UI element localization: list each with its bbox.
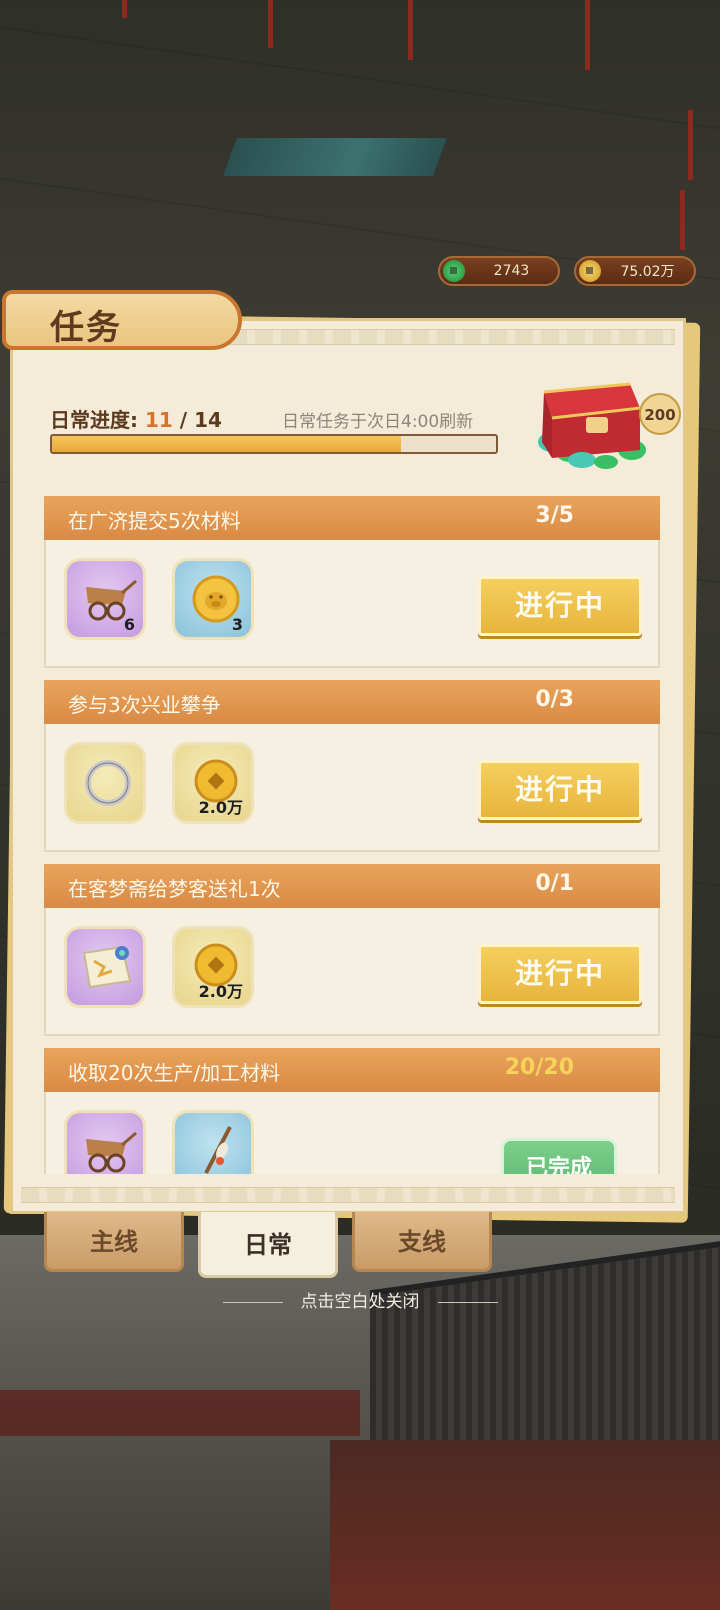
task-header: 在客梦斋给梦客送礼1次 0/1 bbox=[44, 864, 660, 908]
reward-slot[interactable] bbox=[64, 742, 146, 824]
task-body: 已完成 bbox=[44, 1092, 660, 1174]
task-count: 0/1 bbox=[535, 871, 574, 896]
jade-currency-display[interactable]: 2743 bbox=[438, 256, 560, 286]
progress-total: 14 bbox=[194, 408, 222, 432]
panel-title: 任务 bbox=[50, 308, 122, 348]
task-title: 参与3次兴业攀争 bbox=[68, 693, 221, 717]
close-hint-text: 点击空白处关闭 bbox=[300, 1292, 420, 1312]
title-banner bbox=[2, 290, 242, 350]
silver-ring-icon bbox=[85, 760, 131, 806]
daily-progress-bar bbox=[50, 434, 498, 454]
task-item: 在广济提交5次材料 3/5 6 3 进行中 bbox=[44, 496, 660, 672]
background-post bbox=[680, 190, 685, 250]
progress-label-text: 日常进度: bbox=[50, 408, 138, 432]
reward-slot[interactable]: 6 bbox=[64, 558, 146, 640]
cart-icon bbox=[86, 1131, 137, 1173]
task-completed-badge: 已完成 bbox=[501, 1138, 617, 1174]
task-title: 在客梦斋给梦客送礼1次 bbox=[68, 877, 281, 901]
task-body: 2.0万 进行中 bbox=[44, 724, 660, 852]
task-item: 参与3次兴业攀争 0/3 2.0万 进行中 bbox=[44, 680, 660, 856]
task-item: 收取20次生产/加工材料 20/20 已完成 bbox=[44, 1048, 660, 1174]
tab-main-quest[interactable]: 主线 bbox=[44, 1212, 184, 1272]
background-post bbox=[688, 110, 693, 180]
tab-daily[interactable]: 日常 bbox=[198, 1212, 338, 1278]
task-count: 0/3 bbox=[535, 687, 574, 712]
chest-reward-amount: 200 bbox=[644, 406, 675, 424]
daily-progress-label: 日常进度: 11 / 14 bbox=[50, 404, 222, 433]
task-status-button[interactable]: 进行中 bbox=[478, 944, 642, 1004]
jade-amount: 2743 bbox=[493, 263, 530, 279]
reward-chest-icon[interactable]: 200 bbox=[522, 362, 682, 472]
refresh-note: 日常任务于次日4:00刷新 bbox=[282, 412, 474, 432]
reward-slot[interactable] bbox=[172, 1110, 254, 1174]
task-title: 收取20次生产/加工材料 bbox=[68, 1061, 281, 1085]
tab-side-quest[interactable]: 支线 bbox=[352, 1212, 492, 1272]
copper-amount: 75.02万 bbox=[620, 264, 675, 280]
task-body: 6 3 进行中 bbox=[44, 540, 660, 668]
reward-slot[interactable] bbox=[64, 1110, 146, 1174]
reward-slot[interactable] bbox=[64, 926, 146, 1008]
scroll-map-icon bbox=[82, 945, 132, 989]
task-header: 在广济提交5次材料 3/5 bbox=[44, 496, 660, 540]
red-wall-background bbox=[0, 1390, 360, 1436]
jade-coin-icon bbox=[443, 260, 465, 282]
background-pool bbox=[223, 138, 447, 176]
task-body: 2.0万 进行中 bbox=[44, 908, 660, 1036]
reward-quantity: 3 bbox=[231, 615, 243, 634]
task-count: 20/20 bbox=[504, 1055, 574, 1080]
copper-currency-display[interactable]: 75.02万 bbox=[574, 256, 696, 286]
close-hint[interactable]: 点击空白处关闭 bbox=[0, 1287, 720, 1312]
task-header: 参与3次兴业攀争 0/3 bbox=[44, 680, 660, 724]
progress-current: 11 bbox=[144, 408, 173, 432]
copper-coin-icon bbox=[579, 260, 601, 282]
reward-slot[interactable]: 3 bbox=[172, 558, 254, 640]
palace-gate-background bbox=[330, 1440, 720, 1610]
divider bbox=[437, 1301, 498, 1303]
task-count: 3/5 bbox=[535, 503, 574, 528]
task-item: 在客梦斋给梦客送礼1次 0/1 2.0万 进行中 bbox=[44, 864, 660, 1040]
task-header: 收取20次生产/加工材料 20/20 bbox=[44, 1048, 660, 1092]
background-post bbox=[268, 0, 273, 48]
reward-slot[interactable]: 2.0万 bbox=[172, 926, 254, 1008]
brush-icon bbox=[204, 1126, 232, 1174]
reward-quantity: 2.0万 bbox=[198, 982, 243, 1001]
reward-quantity: 6 bbox=[123, 615, 135, 634]
progress-separator: / bbox=[179, 408, 188, 432]
reward-slot[interactable]: 2.0万 bbox=[172, 742, 254, 824]
background-post bbox=[408, 0, 413, 60]
background-post bbox=[585, 0, 590, 70]
task-title: 在广济提交5次材料 bbox=[68, 509, 241, 533]
task-list[interactable]: 在广济提交5次材料 3/5 6 3 进行中 参与3次兴业攀争 0/3 2.0万 … bbox=[44, 496, 660, 1174]
panel-border-bottom bbox=[21, 1187, 675, 1203]
task-status-button[interactable]: 进行中 bbox=[478, 760, 642, 820]
reward-quantity: 2.0万 bbox=[198, 798, 243, 817]
background-post bbox=[122, 0, 127, 18]
task-status-button[interactable]: 进行中 bbox=[478, 576, 642, 636]
daily-progress-fill bbox=[52, 436, 401, 452]
divider bbox=[222, 1301, 283, 1303]
